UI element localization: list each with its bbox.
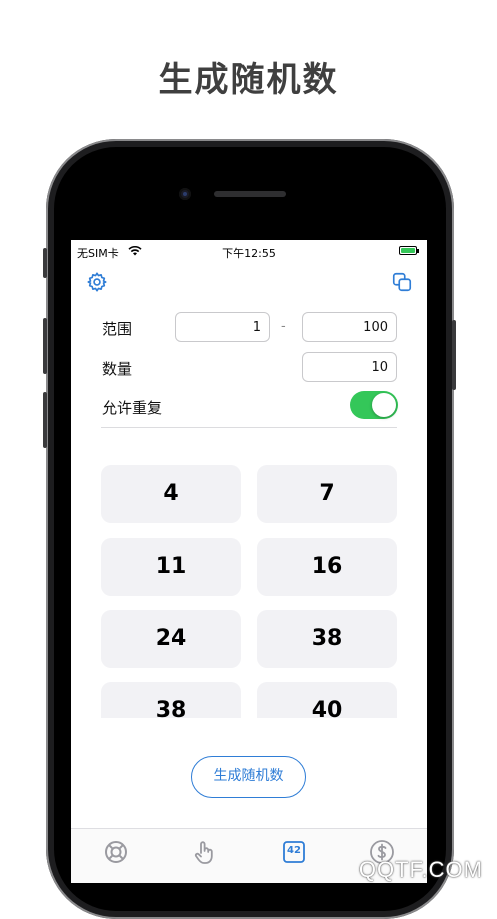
status-time: 下午12:55 <box>222 247 276 260</box>
result-cell: 40 <box>257 682 397 718</box>
copy-icon[interactable] <box>391 271 413 293</box>
page-headline: 生成随机数 <box>158 60 339 100</box>
mute-switch <box>43 248 47 278</box>
battery-icon <box>399 246 419 255</box>
results-grid: 4 7 11 16 24 38 38 40 <box>71 460 427 718</box>
count-input[interactable] <box>302 352 397 382</box>
toggle-knob <box>372 393 396 417</box>
number-42-icon[interactable]: 42 <box>281 839 307 865</box>
gear-icon[interactable] <box>86 271 108 293</box>
allow-repeat-label: 允许重复 <box>102 399 163 417</box>
range-separator: - <box>281 319 286 334</box>
tab-42-label: 42 <box>287 845 301 856</box>
allow-repeat-toggle[interactable] <box>350 391 398 419</box>
hand-tap-icon[interactable] <box>192 839 218 865</box>
earpiece <box>214 191 286 197</box>
result-cell: 11 <box>101 538 241 596</box>
watermark: QQTF.COM <box>358 857 483 882</box>
app-screen: 无SIM卡 下午12:55 范围 - 数量 允许重复 4 7 11 <box>71 240 427 883</box>
result-cell: 4 <box>101 465 241 523</box>
result-cell: 16 <box>257 538 397 596</box>
front-camera <box>179 188 191 200</box>
result-cell: 24 <box>101 610 241 668</box>
power-button <box>452 320 456 390</box>
volume-down-button <box>43 392 47 448</box>
result-cell: 38 <box>257 610 397 668</box>
count-label: 数量 <box>102 360 133 378</box>
status-bar: 无SIM卡 下午12:55 <box>71 240 427 262</box>
result-cell: 38 <box>101 682 241 718</box>
form-divider <box>101 427 397 428</box>
generate-button[interactable]: 生成随机数 <box>191 756 306 798</box>
range-max-input[interactable] <box>302 312 397 342</box>
range-min-input[interactable] <box>175 312 270 342</box>
volume-up-button <box>43 318 47 374</box>
result-cell: 7 <box>257 465 397 523</box>
range-label: 范围 <box>102 320 133 338</box>
lifebuoy-icon[interactable] <box>103 839 129 865</box>
